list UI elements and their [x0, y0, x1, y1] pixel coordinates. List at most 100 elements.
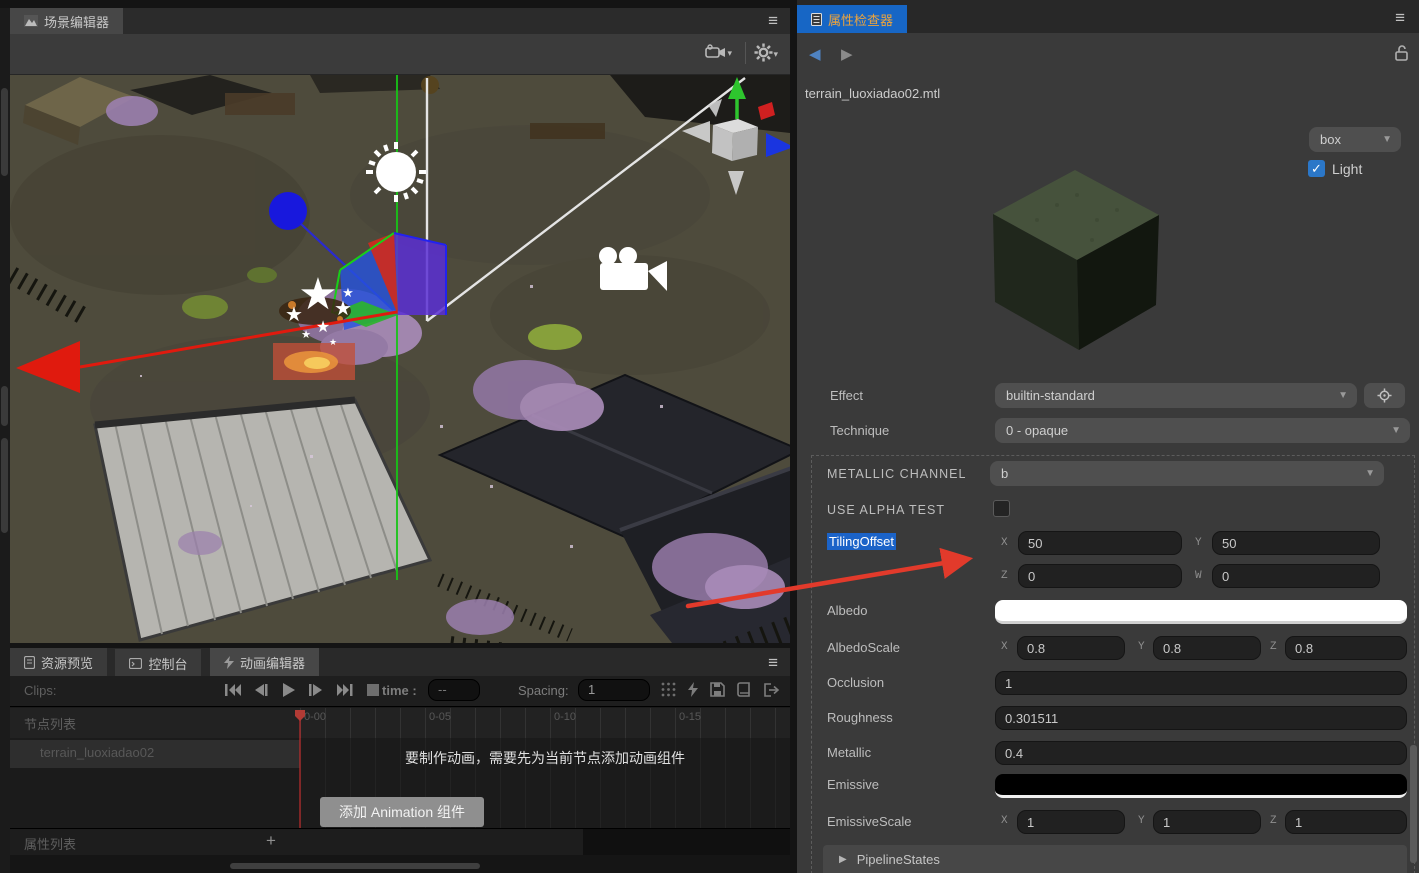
svg-text:★: ★	[298, 270, 337, 319]
anim-toolbar-icons	[661, 682, 780, 697]
albedo-label: Albedo	[827, 603, 868, 618]
tiling-offset-w-input[interactable]	[1212, 564, 1380, 588]
tiling-offset-row: TilingOffset X Y Z W	[797, 531, 1419, 591]
pipeline-states-header[interactable]: ▶ PipelineStates	[823, 845, 1407, 873]
effect-select[interactable]: builtin-standard ▼	[995, 383, 1357, 408]
stop-button[interactable]	[367, 683, 380, 697]
spacing-input[interactable]	[578, 679, 650, 701]
ruler-tick-label: 0-05	[429, 711, 452, 723]
grid-snap-icon[interactable]	[661, 682, 676, 697]
emissive-scale-z-input[interactable]	[1285, 810, 1407, 834]
chevron-down-icon: ▼	[1391, 425, 1401, 436]
left-collapsed-strip[interactable]	[0, 8, 10, 873]
camera-view-dropdown[interactable]: ▾	[705, 44, 732, 65]
selected-shape: box	[1320, 132, 1341, 147]
skip-start-button[interactable]	[225, 683, 241, 697]
emissive-color-swatch[interactable]	[995, 774, 1407, 798]
clips-book-icon[interactable]	[737, 682, 752, 697]
tab-label: 属性检查器	[828, 12, 894, 28]
use-alpha-test-checkbox[interactable]	[993, 500, 1010, 517]
axis-z-label: Z	[1270, 641, 1277, 653]
save-icon[interactable]	[710, 682, 725, 697]
panel-handle[interactable]	[1, 386, 8, 426]
bottom-tabbar: 资源预览 控制台 动画编辑器 ≡	[10, 648, 790, 677]
axis-x-label: X	[1001, 641, 1008, 653]
effect-value: builtin-standard	[1006, 388, 1095, 403]
locate-effect-button[interactable]	[1364, 383, 1405, 408]
play-button[interactable]	[282, 683, 295, 697]
emissive-scale-x-input[interactable]	[1017, 810, 1125, 834]
collapse-arrow-icon: ▶	[839, 853, 847, 865]
panel-menu-icon[interactable]: ≡	[1395, 9, 1405, 26]
axis-x-label: X	[1001, 537, 1008, 549]
preview-cube	[993, 170, 1159, 350]
add-animation-component-button[interactable]: 添加 Animation 组件	[320, 797, 484, 827]
node-name: terrain_luoxiadao02	[40, 745, 155, 760]
emissive-row: Emissive	[797, 774, 1419, 798]
tiling-offset-z-input[interactable]	[1018, 564, 1182, 588]
panel-handle[interactable]	[1, 438, 8, 533]
asset-file-name: terrain_luoxiadao02.mtl	[805, 86, 941, 101]
albedo-scale-z-input[interactable]	[1285, 636, 1407, 660]
albedo-row: Albedo	[797, 600, 1419, 624]
tiling-offset-y-input[interactable]	[1212, 531, 1380, 555]
vscroll-thumb[interactable]	[1410, 745, 1417, 863]
preview-shape-select[interactable]: box ▼	[1309, 127, 1401, 152]
time-input[interactable]	[428, 679, 480, 701]
fire-effect[interactable]	[273, 343, 355, 380]
axis-x-label: X	[1001, 815, 1008, 827]
playhead-marker[interactable]	[293, 708, 307, 722]
emissive-scale-y-input[interactable]	[1153, 810, 1261, 834]
lock-icon[interactable]	[1395, 44, 1409, 61]
step-forward-button[interactable]	[309, 683, 323, 697]
timeline-ruler[interactable]: 0-00 0-05 0-10 0-15	[300, 708, 790, 738]
inspector-icon	[811, 12, 822, 26]
tiling-offset-x-input[interactable]	[1018, 531, 1182, 555]
vscroll-track	[1410, 33, 1417, 873]
roughness-row: Roughness	[797, 705, 1419, 731]
export-icon[interactable]	[764, 682, 780, 697]
albedo-scale-row: AlbedoScale X Y Z	[797, 635, 1419, 661]
metallic-channel-select[interactable]: b ▼	[990, 461, 1384, 486]
history-forward-button[interactable]: ▶	[841, 45, 853, 63]
metallic-input[interactable]	[995, 741, 1407, 765]
effect-row: Effect builtin-standard ▼	[797, 383, 1419, 409]
svg-text:★: ★	[329, 337, 337, 347]
emissive-label: Emissive	[827, 777, 880, 792]
panel-menu-icon[interactable]: ≡	[768, 654, 778, 671]
axis-w-label: W	[1195, 570, 1202, 582]
add-property-button[interactable]: +	[266, 831, 276, 851]
skip-end-button[interactable]	[336, 683, 353, 697]
albedo-color-swatch[interactable]	[995, 600, 1407, 624]
tab-label: 场景编辑器	[44, 14, 110, 30]
chevron-down-icon: ▾	[727, 48, 732, 58]
panel-handle[interactable]	[1, 88, 8, 176]
tab-console[interactable]: 控制台	[115, 649, 202, 677]
tab-property-inspector[interactable]: 属性检查器	[797, 5, 908, 33]
light-checkbox[interactable]: ✓	[1308, 160, 1325, 177]
hscroll-thumb[interactable]	[230, 863, 480, 869]
bottom-panel: 资源预览 控制台 动画编辑器 ≡ Clips: time: -- Spacin…	[10, 648, 790, 873]
property-list-label: 属性列表	[24, 837, 77, 852]
technique-select[interactable]: 0 - opaque ▼	[995, 418, 1410, 443]
albedo-scale-x-input[interactable]	[1017, 636, 1125, 660]
scene-settings-dropdown[interactable]: ▾	[754, 43, 778, 67]
tab-asset-preview[interactable]: 资源预览	[10, 648, 108, 676]
node-row[interactable]: terrain_luoxiadao02	[10, 740, 300, 768]
preview-light-toggle[interactable]: ✓ Light	[1308, 160, 1362, 177]
tab-animation-editor[interactable]: 动画编辑器	[209, 648, 319, 676]
albedo-scale-y-input[interactable]	[1153, 636, 1261, 660]
axis-y-label: Y	[1195, 537, 1202, 549]
tab-scene-editor[interactable]: 场景编辑器	[10, 8, 124, 34]
metallic-label: Metallic	[827, 745, 872, 760]
panel-menu-icon[interactable]: ≡	[768, 12, 778, 29]
scene-icon	[24, 15, 38, 27]
scene-viewport[interactable]: ★ ★ ★ ★ ★ ★ ★	[10, 75, 790, 643]
material-preview-area[interactable]: box ▼ ✓ Light	[797, 110, 1419, 372]
roughness-label: Roughness	[827, 710, 893, 725]
occlusion-input[interactable]	[995, 671, 1407, 695]
roughness-input[interactable]	[995, 706, 1407, 730]
step-back-button[interactable]	[255, 683, 268, 697]
history-back-button[interactable]: ◀	[809, 45, 821, 63]
event-bolt-icon[interactable]	[688, 682, 698, 697]
